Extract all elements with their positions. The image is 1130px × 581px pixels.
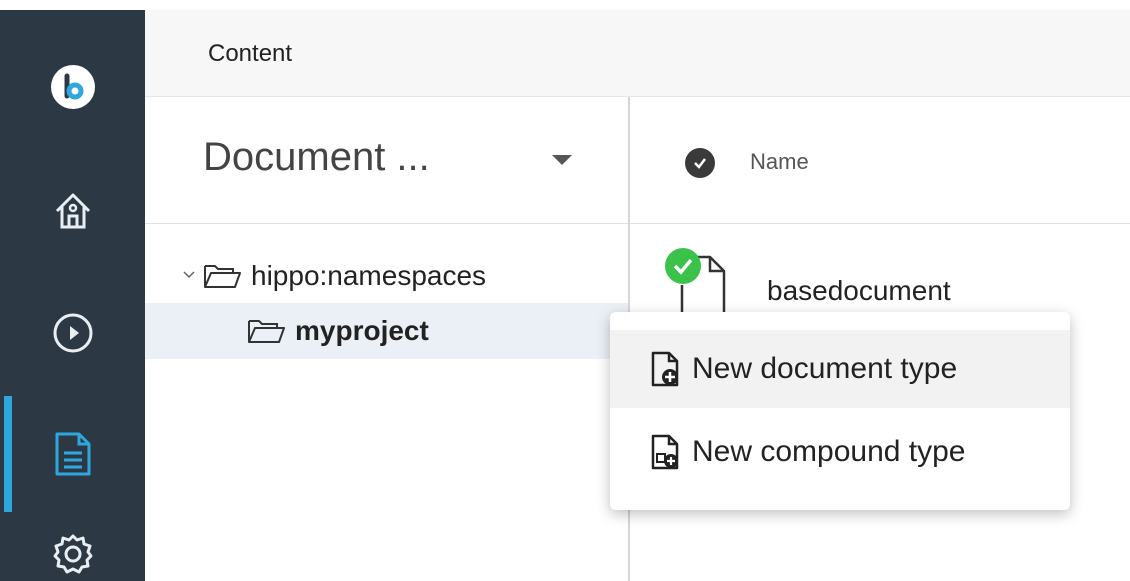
- menu-item-new-document-type[interactable]: New document type: [610, 330, 1070, 408]
- gear-icon: [53, 534, 92, 574]
- document-icon: [55, 432, 90, 476]
- tree-item-label: myproject: [295, 315, 429, 346]
- menu-item-label: New compound type: [692, 435, 966, 468]
- left-nav: [0, 10, 145, 581]
- document-type-dropdown[interactable]: Document ...: [145, 97, 628, 224]
- tree-item-namespaces[interactable]: hippo:namespaces: [145, 248, 628, 304]
- logo-icon: [50, 65, 95, 109]
- tree-item-myproject[interactable]: myproject: [145, 303, 628, 359]
- check-icon: [694, 158, 706, 169]
- caret-down-icon: [552, 155, 572, 165]
- context-menu: New document type New compound type: [610, 312, 1070, 510]
- chevron-down-icon[interactable]: [181, 265, 203, 288]
- column-header-name[interactable]: Name: [750, 149, 809, 175]
- new-document-icon: [650, 351, 682, 387]
- dropdown-label: Document ...: [203, 135, 430, 179]
- new-compound-icon: [650, 434, 682, 470]
- list-header: Name: [630, 97, 1130, 224]
- tree-item-label: hippo:namespaces: [251, 260, 487, 291]
- play-circle-icon: [53, 313, 92, 353]
- nav-content[interactable]: [0, 396, 145, 512]
- topbar: Content: [145, 10, 1130, 97]
- select-all-checkbox[interactable]: [685, 148, 715, 178]
- tree-panel: Document ... hippo:namespaces myproject: [145, 97, 630, 581]
- nav-home[interactable]: [0, 176, 145, 246]
- nav-settings[interactable]: [0, 520, 145, 580]
- menu-item-new-compound-type[interactable]: New compound type: [610, 413, 1070, 491]
- logo-button[interactable]: [0, 52, 145, 122]
- folder-open-icon: [204, 265, 241, 288]
- folder-open-icon: [248, 320, 285, 343]
- table-row[interactable]: basedocument: [630, 223, 1130, 313]
- nav-channel[interactable]: [0, 298, 145, 368]
- menu-item-label: New document type: [692, 352, 958, 385]
- document-name: basedocument: [767, 275, 951, 306]
- page-title: Content: [208, 40, 293, 67]
- home-icon: [55, 193, 90, 229]
- document-icon: [665, 248, 726, 313]
